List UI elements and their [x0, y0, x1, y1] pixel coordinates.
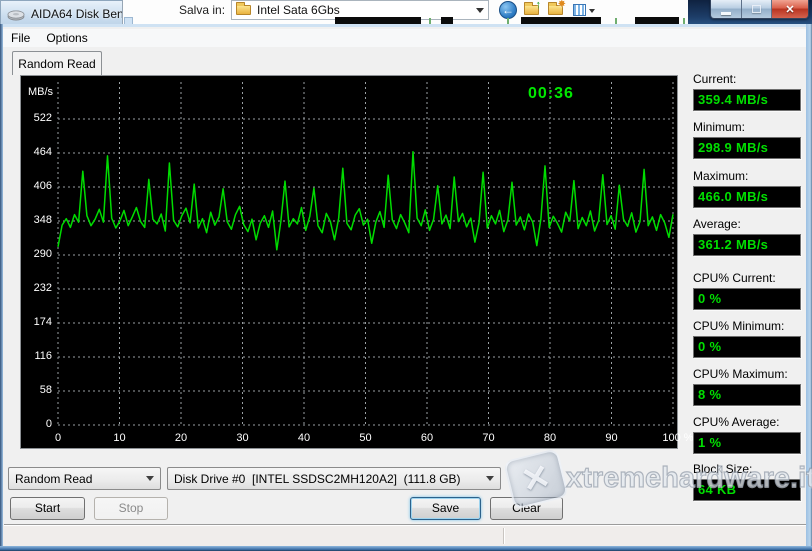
benchmark-chart: MB/s 00:36 522 464 406 348 290 232 174 116 58 0 0 1…	[20, 75, 694, 449]
stat-label: Maximum:	[693, 169, 749, 183]
y-tick-label: 406	[33, 180, 52, 192]
x-tick-label: 10	[113, 432, 126, 444]
disk-icon	[7, 10, 25, 21]
stat-value: 0 %	[693, 336, 801, 358]
x-tick-label: 20	[174, 432, 188, 444]
series-line	[57, 151, 674, 251]
window-caption-buttons: ✕	[710, 0, 809, 19]
stat-value: 298.9 MB/s	[693, 137, 801, 159]
minimize-icon	[721, 11, 731, 15]
statusbar-divider	[503, 528, 504, 544]
window-border	[0, 24, 3, 551]
disk-drive-value: Disk Drive #0 [INTEL SSDSC2MH120A2] (111…	[174, 471, 461, 486]
chart-canvas	[57, 82, 674, 426]
maximize-icon	[752, 5, 761, 13]
stat-current: Current: 359.4 MB/s	[693, 72, 802, 114]
stat-label: Minimum:	[693, 120, 746, 134]
stat-value: 8 %	[693, 384, 801, 406]
views-grid-icon	[573, 4, 586, 16]
chevron-down-icon	[486, 476, 494, 481]
chevron-down-icon	[146, 476, 154, 481]
folder-icon	[236, 2, 251, 15]
stat-label: Current:	[693, 72, 737, 86]
test-type-dropdown[interactable]: Random Read	[8, 467, 161, 490]
y-tick-label: 174	[33, 316, 52, 328]
window-border	[0, 546, 812, 551]
window-border	[806, 24, 812, 551]
y-tick-label: 348	[33, 214, 52, 226]
y-tick-label: 0	[45, 418, 52, 430]
close-button[interactable]: ✕	[772, 0, 808, 18]
minimize-button[interactable]	[711, 0, 742, 18]
stop-button[interactable]: Stop	[94, 497, 168, 520]
start-button[interactable]: Start	[10, 497, 85, 520]
y-tick-label: 464	[33, 146, 52, 158]
tab-random-read[interactable]: Random Read	[12, 51, 102, 75]
clear-button[interactable]: Clear	[490, 497, 563, 520]
stat-label: Block Size:	[693, 462, 753, 476]
menu-file[interactable]: File	[3, 29, 38, 47]
elapsed-timer: 00:36	[528, 85, 574, 102]
screen: AIDA64 Disk Bench Salva in: Intel Sata 6…	[0, 0, 812, 551]
new-folder-icon[interactable]: ✸	[548, 0, 566, 15]
menu-options[interactable]: Options	[38, 29, 95, 47]
chevron-down-icon[interactable]	[476, 7, 484, 13]
x-tick-label: 40	[297, 432, 311, 444]
stat-cpu-average: CPU% Average: 1 %	[693, 415, 802, 457]
x-tick-label: 60	[420, 432, 434, 444]
chevron-down-icon	[589, 9, 595, 13]
stat-cpu-maximum: CPU% Maximum: 8 %	[693, 367, 802, 409]
y-tick-label: 58	[39, 384, 52, 396]
x-tick-label: 70	[482, 432, 495, 444]
x-tick-label: 50	[359, 432, 372, 444]
x-tick-label: 90	[605, 432, 618, 444]
menu-bar: File Options	[3, 29, 806, 47]
stat-block-size: Block Size: 64 KB	[693, 462, 802, 504]
y-tick-label: 116	[34, 350, 52, 362]
new-sparkle-icon: ✸	[557, 0, 566, 10]
stat-cpu-minimum: CPU% Minimum: 0 %	[693, 319, 802, 361]
statusbar-separator	[4, 524, 808, 525]
status-bar	[3, 526, 806, 546]
stat-label: CPU% Minimum:	[693, 319, 785, 333]
tab-label: Random Read	[18, 56, 96, 71]
back-icon[interactable]: ←	[499, 1, 517, 19]
test-type-value: Random Read	[15, 471, 93, 486]
save-button[interactable]: Save	[410, 497, 481, 520]
up-one-level-folder-icon[interactable]: ↑	[524, 0, 541, 15]
stat-cpu-current: CPU% Current: 0 %	[693, 271, 802, 313]
window-title: AIDA64 Disk Bench	[31, 7, 122, 21]
x-tick-label: 80	[543, 432, 557, 444]
y-tick-label: 290	[33, 248, 52, 260]
stat-value: 1 %	[693, 432, 801, 454]
stat-label: CPU% Maximum:	[693, 367, 788, 381]
stat-label: CPU% Average:	[693, 415, 780, 429]
views-menu-button[interactable]	[573, 4, 597, 18]
stat-value: 0 %	[693, 288, 801, 310]
y-axis-unit-label: MB/s	[27, 86, 53, 98]
stat-label: CPU% Current:	[693, 271, 776, 285]
up-arrow-icon: ↑	[535, 0, 542, 11]
y-tick-label: 522	[33, 112, 52, 124]
stat-minimum: Minimum: 298.9 MB/s	[693, 120, 802, 162]
stat-value: 359.4 MB/s	[693, 89, 801, 111]
stat-average: Average: 361.2 MB/s	[693, 217, 802, 259]
benchmark-window-titlebar: AIDA64 Disk Bench	[0, 0, 122, 27]
x-tick-label: 30	[236, 432, 249, 444]
close-icon: ✕	[785, 3, 795, 16]
stat-value: 361.2 MB/s	[693, 234, 801, 256]
maximize-button[interactable]	[742, 0, 772, 18]
stat-label: Average:	[693, 217, 741, 231]
y-tick-label: 232	[33, 282, 52, 294]
stat-value: 466.0 MB/s	[693, 186, 801, 208]
save-in-label: Salva in:	[179, 3, 226, 17]
save-location-value: Intel Sata 6Gbs	[257, 3, 340, 17]
disk-drive-dropdown[interactable]: Disk Drive #0 [INTEL SSDSC2MH120A2] (111…	[167, 467, 501, 490]
stat-maximum: Maximum: 466.0 MB/s	[693, 169, 802, 211]
x-tick-label: 0	[54, 432, 62, 444]
stat-value: 64 KB	[693, 479, 801, 501]
